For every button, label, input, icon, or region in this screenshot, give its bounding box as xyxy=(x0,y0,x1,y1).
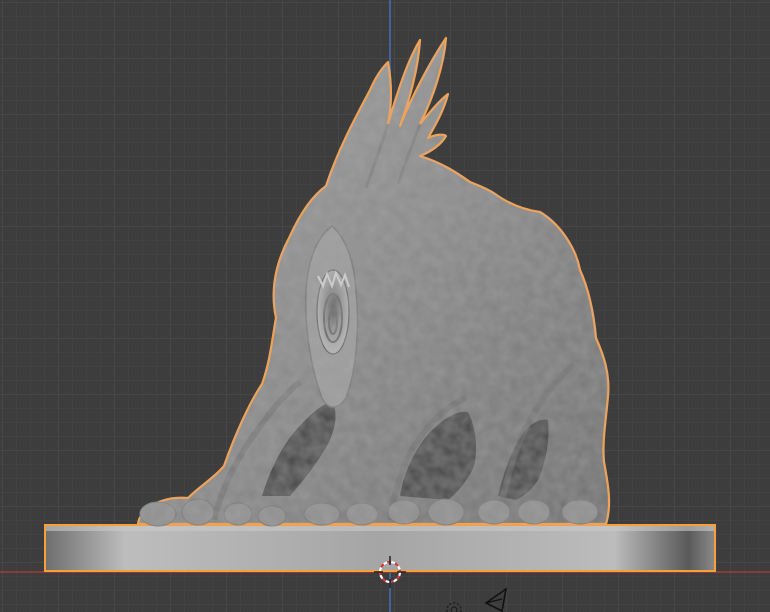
3d-viewport[interactable] xyxy=(0,0,770,612)
light-icon[interactable] xyxy=(440,596,468,612)
camera-icon[interactable] xyxy=(480,585,512,612)
scene-objects[interactable] xyxy=(0,0,770,612)
creature-sculpt-object[interactable] xyxy=(136,36,611,527)
3d-cursor-icon[interactable] xyxy=(374,556,406,588)
